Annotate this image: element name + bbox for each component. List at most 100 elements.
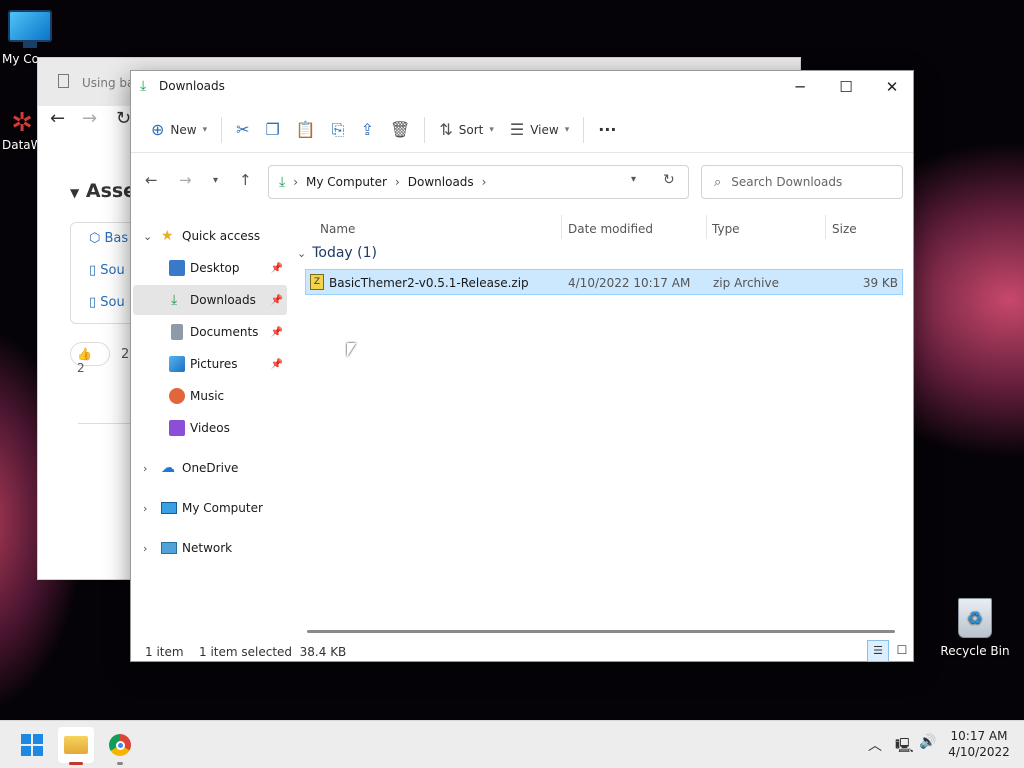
sidebar-item-music[interactable]: Music (133, 381, 287, 411)
clock-date: 4/10/2022 (948, 745, 1010, 759)
new-button[interactable]: ⊕ New ▾ (143, 112, 215, 148)
column-header-size[interactable]: Size (832, 217, 857, 241)
chevron-down-icon: ▾ (564, 124, 570, 135)
column-divider (706, 215, 707, 239)
chevron-down-icon: ⌄ (297, 246, 307, 260)
sidebar-item-network[interactable]: › Network (133, 533, 287, 563)
reaction-button[interactable]: 👍 2 (70, 342, 110, 375)
file-name: BasicThemer2-v0.5.1-Release.zip (329, 276, 529, 290)
search-input[interactable]: ⌕ Search Downloads (701, 165, 903, 199)
sidebar-item-downloads[interactable]: ⤓ Downloads 📌 (133, 285, 287, 315)
sidebar-item-documents[interactable]: Documents 📌 (133, 317, 287, 347)
sort-button[interactable]: ⇅ Sort ▾ (431, 112, 502, 148)
forward-icon[interactable]: → (82, 108, 97, 129)
clock[interactable]: 10:17 AM 4/10/2022 (944, 729, 1014, 759)
breadcrumb-separator-icon: › (293, 175, 299, 189)
rename-button[interactable]: ⎘ (324, 112, 353, 148)
back-icon[interactable]: ← (50, 108, 65, 129)
pin-icon: 📌 (270, 358, 283, 370)
file-explorer-window[interactable]: ⤓ Downloads ─ ☐ ✕ ⊕ New ▾ ✂ ❐ 📋 ⎘ ⇪ 🗑 ⇅ … (130, 70, 914, 662)
group-header-today[interactable]: ⌄ Today (1) (297, 245, 377, 261)
new-button-label: New (170, 122, 197, 137)
column-header-date[interactable]: Date modified (568, 217, 653, 241)
address-bar[interactable]: ⤓ › My Computer › Downloads › ▾ ↻ (268, 165, 689, 199)
share-icon: ⇪ (360, 120, 375, 139)
reload-icon[interactable]: ↻ (116, 108, 131, 129)
chevron-right-icon: › (143, 501, 148, 515)
refresh-icon[interactable]: ↻ (663, 172, 675, 188)
maximize-button[interactable]: ☐ (823, 71, 869, 103)
breadcrumb-my-computer[interactable]: My Computer (306, 175, 387, 189)
file-list: Name Date modified Type Size ⌄ Today (1)… (291, 211, 913, 631)
more-icon: ··· (598, 120, 617, 139)
sidebar-item-label: My Computer (182, 501, 263, 515)
column-header-type[interactable]: Type (712, 217, 740, 241)
sidebar-item-pictures[interactable]: Pictures 📌 (133, 349, 287, 379)
horizontal-scrollbar[interactable] (307, 630, 895, 633)
cube-icon: ⬡ (89, 231, 101, 246)
trash-icon: 🗑 (390, 120, 411, 139)
collapse-triangle-icon: ▼ (70, 186, 80, 200)
window-title: Downloads (159, 79, 225, 93)
sidebar-item-videos[interactable]: Videos (133, 413, 287, 443)
page-icon (58, 74, 69, 88)
toolbar-separator (424, 116, 426, 143)
cut-button[interactable]: ✂ (228, 112, 257, 148)
taskbar-chrome[interactable] (102, 727, 138, 765)
videos-folder-icon (169, 420, 185, 436)
command-bar: ⊕ New ▾ ✂ ❐ 📋 ⎘ ⇪ 🗑 ⇅ Sort ▾ ☰ View ▾ ··… (131, 107, 913, 153)
copy-button[interactable]: ❐ (258, 112, 288, 148)
back-button[interactable]: ← (145, 171, 158, 189)
chevron-up-icon[interactable]: ︿ (868, 735, 882, 755)
minimize-button[interactable]: ─ (777, 71, 823, 103)
volume-icon[interactable]: 🔊 (919, 734, 936, 750)
paste-button[interactable]: 📋 (288, 112, 324, 148)
sidebar-item-desktop[interactable]: Desktop 📌 (133, 253, 287, 283)
column-divider (561, 215, 562, 239)
asset-item[interactable]: ⬡ Bas (89, 231, 128, 246)
desktop-icon-label: Recycle Bin (940, 644, 1010, 658)
download-arrow-icon: ⤓ (140, 78, 147, 94)
share-button[interactable]: ⇪ (353, 112, 382, 148)
sort-arrows-icon: ⇅ (439, 120, 453, 139)
delete-button[interactable]: 🗑 (382, 112, 418, 148)
scissors-icon: ✂ (236, 120, 250, 139)
monitor-icon (161, 502, 177, 514)
breadcrumb-downloads[interactable]: Downloads (408, 175, 474, 189)
taskbar-file-explorer[interactable] (58, 727, 94, 765)
pin-icon: 📌 (270, 262, 283, 274)
sidebar-item-onedrive[interactable]: › ☁ OneDrive (133, 453, 287, 483)
other-count: 2 (121, 347, 130, 362)
sidebar-item-label: Pictures (190, 357, 238, 371)
recent-locations-button[interactable]: ▾ (213, 175, 218, 186)
start-button[interactable] (14, 727, 50, 763)
more-options-button[interactable]: ··· (590, 112, 624, 148)
address-dropdown-icon[interactable]: ▾ (631, 174, 636, 185)
pictures-folder-icon (169, 356, 185, 372)
tiles-view-button[interactable]: ☐ (891, 640, 913, 662)
sidebar-item-label: OneDrive (182, 461, 239, 475)
asset-item[interactable]: ▯ Sou (89, 295, 125, 310)
table-row[interactable]: Z BasicThemer2-v0.5.1-Release.zip 4/10/2… (305, 269, 903, 295)
title-bar[interactable]: ⤓ Downloads ─ ☐ ✕ (131, 71, 913, 103)
asset-item[interactable]: ▯ Sou (89, 263, 125, 278)
cloud-icon: ☁ (161, 460, 175, 476)
desktop-icon-datawrangler[interactable]: ✲ DataW (2, 108, 43, 152)
view-button[interactable]: ☰ View ▾ (502, 112, 577, 148)
selection-info: 1 item selected 38.4 KB (199, 645, 347, 659)
file-date: 4/10/2022 10:17 AM (568, 276, 691, 290)
up-button[interactable]: ↑ (239, 171, 252, 189)
forward-button[interactable]: → (179, 171, 192, 189)
network-status-icon[interactable]: 🖳 (895, 735, 914, 759)
taskbar: ︿ 🖳 🔊 10:17 AM 4/10/2022 (0, 720, 1024, 768)
sidebar-item-label: Quick access (182, 229, 261, 243)
column-header-name[interactable]: Name (320, 217, 355, 241)
details-view-button[interactable]: ☰ (867, 640, 889, 662)
sidebar-item-quick-access[interactable]: ⌄ ★ Quick access (133, 221, 287, 251)
download-arrow-icon: ⤓ (279, 174, 286, 190)
item-count: 1 item (145, 645, 184, 659)
sidebar-item-my-computer[interactable]: › My Computer (133, 493, 287, 523)
desktop-icon-recycle-bin[interactable]: ♻ Recycle Bin (940, 598, 1010, 658)
star-icon: ★ (161, 228, 174, 244)
close-button[interactable]: ✕ (869, 71, 915, 103)
